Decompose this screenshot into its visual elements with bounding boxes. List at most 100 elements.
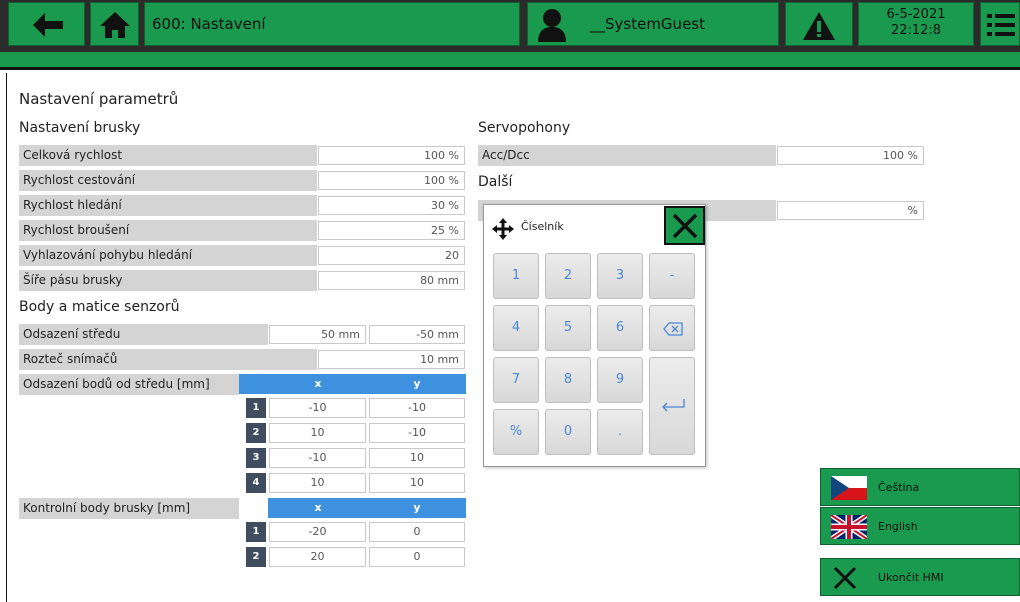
key-0[interactable]: 0 xyxy=(545,409,591,455)
key-percent[interactable]: % xyxy=(493,409,539,455)
travel-speed-input[interactable]: 100 % xyxy=(318,171,465,190)
grinder-row-label: Vyhlazování pohybu hledání xyxy=(19,245,317,266)
key-1[interactable]: 1 xyxy=(493,253,539,299)
offset-x-cell[interactable]: -10 xyxy=(269,398,366,418)
offset-x-cell[interactable]: 10 xyxy=(269,473,366,493)
czech-language-button[interactable]: Čeština xyxy=(820,468,1020,506)
grinder-section-title: Nastavení brusky xyxy=(19,120,141,136)
english-label: English xyxy=(878,520,918,533)
english-language-button[interactable]: English xyxy=(820,507,1020,545)
uk-flag-icon xyxy=(831,515,867,539)
screen-title-field: 600: Nastavení xyxy=(144,2,520,46)
user-name: __SystemGuest xyxy=(590,15,705,33)
total-speed-input[interactable]: 100 % xyxy=(318,146,465,165)
control-y-cell[interactable]: 0 xyxy=(369,522,465,542)
grinder-row-label: Šíře pásu brusky xyxy=(19,270,317,291)
column-header-x: x xyxy=(268,374,368,394)
servo-section-title: Servopohony xyxy=(478,120,571,136)
top-bar: 600: Nastavení __SystemGuest 6-5-2021 22… xyxy=(0,0,1020,52)
belt-width-input[interactable]: 80 mm xyxy=(318,271,465,290)
date-text: 6-5-2021 xyxy=(886,7,946,22)
menu-button[interactable] xyxy=(980,2,1020,46)
row-index: 1 xyxy=(246,398,266,418)
row-index: 3 xyxy=(246,448,266,468)
list-menu-icon xyxy=(987,14,1015,36)
control-y-cell[interactable]: 0 xyxy=(369,547,465,567)
sensor-pitch-label: Rozteč snímačů xyxy=(19,349,317,370)
key-7[interactable]: 7 xyxy=(493,357,539,403)
enter-key[interactable] xyxy=(649,357,695,455)
close-icon xyxy=(833,566,857,590)
search-speed-input[interactable]: 30 % xyxy=(318,196,465,215)
control-table-label: Kontrolní body brusky [mm] xyxy=(19,498,239,519)
control-x-cell[interactable]: 20 xyxy=(269,547,366,567)
key-5[interactable]: 5 xyxy=(545,305,591,351)
column-header-x: x xyxy=(268,498,368,518)
backspace-icon xyxy=(663,322,683,336)
offset-y-cell[interactable]: 10 xyxy=(369,473,465,493)
column-header-y: y xyxy=(368,374,466,394)
numpad-title: Číselník xyxy=(521,220,564,233)
key-2[interactable]: 2 xyxy=(545,253,591,299)
close-icon xyxy=(672,213,698,239)
arrow-left-icon xyxy=(33,13,63,37)
column-header-y: y xyxy=(368,498,466,518)
key-decimal[interactable]: . xyxy=(597,409,643,455)
home-button[interactable] xyxy=(90,2,139,46)
grinder-row-label: Celková rychlost xyxy=(19,145,317,166)
backspace-key[interactable] xyxy=(649,305,695,351)
row-index: 1 xyxy=(246,522,266,542)
key-3[interactable]: 3 xyxy=(597,253,643,299)
key-8[interactable]: 8 xyxy=(545,357,591,403)
page-title: Nastavení parametrů xyxy=(19,90,179,108)
center-offset-y-input[interactable]: -50 mm xyxy=(369,325,465,344)
offset-x-cell[interactable]: 10 xyxy=(269,423,366,443)
datetime-display: 6-5-2021 22:12:8 xyxy=(858,2,974,46)
table-corner xyxy=(239,374,268,394)
offset-y-cell[interactable]: 10 xyxy=(369,448,465,468)
key-9[interactable]: 9 xyxy=(597,357,643,403)
center-offset-label: Odsazení středu xyxy=(19,324,268,345)
numpad-close-button[interactable] xyxy=(664,206,705,245)
sensors-section-title: Body a matice senzorů xyxy=(19,299,180,315)
grinder-row-label: Rychlost cestování xyxy=(19,170,317,191)
czech-flag-icon xyxy=(831,476,867,500)
screen-title: 600: Nastavení xyxy=(152,15,266,33)
sensor-pitch-input[interactable]: 10 mm xyxy=(318,350,465,369)
home-icon xyxy=(100,12,130,38)
offset-table-label: Odsazení bodů od středu [mm] xyxy=(19,374,239,395)
move-icon[interactable] xyxy=(491,217,515,241)
grinding-speed-input[interactable]: 25 % xyxy=(318,221,465,240)
back-button[interactable] xyxy=(8,2,85,46)
grinder-row-label: Rychlost hledání xyxy=(19,195,317,216)
alarm-button[interactable] xyxy=(785,2,853,46)
offset-x-cell[interactable]: -10 xyxy=(269,448,366,468)
acc-dcc-label: Acc/Dcc xyxy=(478,145,776,166)
time-text: 22:12:8 xyxy=(890,23,942,38)
numpad-dialog: Číselník 1 2 3 - 4 5 6 7 8 9 % 0 . xyxy=(483,204,706,467)
user-button[interactable]: __SystemGuest xyxy=(527,2,779,46)
center-offset-x-input[interactable]: 50 mm xyxy=(269,325,366,344)
acc-dcc-input[interactable]: 100 % xyxy=(777,146,924,165)
czech-label: Čeština xyxy=(878,481,920,494)
grinder-row-label: Rychlost broušení xyxy=(19,220,317,241)
enter-icon xyxy=(662,399,685,412)
exit-label: Ukončit HMI xyxy=(878,571,944,584)
exit-hmi-button[interactable]: Ukončit HMI xyxy=(820,558,1020,596)
other-input[interactable]: % xyxy=(777,201,924,220)
row-index: 2 xyxy=(246,423,266,443)
left-border xyxy=(6,73,7,602)
control-x-cell[interactable]: -20 xyxy=(269,522,366,542)
key-4[interactable]: 4 xyxy=(493,305,539,351)
status-strip xyxy=(0,52,1020,70)
search-smoothing-input[interactable]: 20 xyxy=(318,246,465,265)
warning-icon xyxy=(803,12,835,40)
key-minus[interactable]: - xyxy=(649,253,695,299)
user-icon xyxy=(538,9,566,42)
key-6[interactable]: 6 xyxy=(597,305,643,351)
row-index: 4 xyxy=(246,473,266,493)
other-section-title: Další xyxy=(478,174,513,190)
offset-y-cell[interactable]: -10 xyxy=(369,398,465,418)
row-index: 2 xyxy=(246,547,266,567)
offset-y-cell[interactable]: -10 xyxy=(369,423,465,443)
